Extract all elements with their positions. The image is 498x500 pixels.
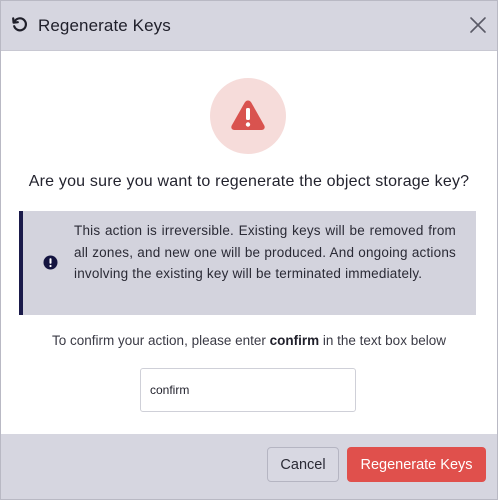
cancel-button[interactable]: Cancel xyxy=(267,447,339,482)
irreversible-notice: This action is irreversible. Existing ke… xyxy=(19,211,476,315)
confirm-instruction-prefix: To confirm your action, please enter xyxy=(52,333,270,348)
rotate-ccw-icon xyxy=(11,16,29,34)
info-circle-icon xyxy=(43,255,58,270)
notice-text: This action is irreversible. Existing ke… xyxy=(74,223,456,281)
confirmation-question: Are you sure you want to regenerate the … xyxy=(28,173,470,190)
confirm-instruction: To confirm your action, please enter con… xyxy=(1,333,497,348)
confirm-keyword: confirm xyxy=(269,333,320,348)
dialog-footer: Cancel Regenerate Keys xyxy=(1,434,497,499)
confirm-instruction-suffix: in the text box below xyxy=(319,333,446,348)
dialog-header: Regenerate Keys xyxy=(1,1,497,51)
warning-badge xyxy=(210,78,286,154)
confirm-input[interactable] xyxy=(140,368,356,412)
dialog-title: Regenerate Keys xyxy=(38,16,171,35)
warning-triangle-icon xyxy=(231,100,265,130)
regenerate-keys-dialog: Regenerate Keys Are you sure you want to… xyxy=(0,0,498,500)
close-icon[interactable] xyxy=(469,16,487,34)
regenerate-keys-button[interactable]: Regenerate Keys xyxy=(347,447,486,482)
